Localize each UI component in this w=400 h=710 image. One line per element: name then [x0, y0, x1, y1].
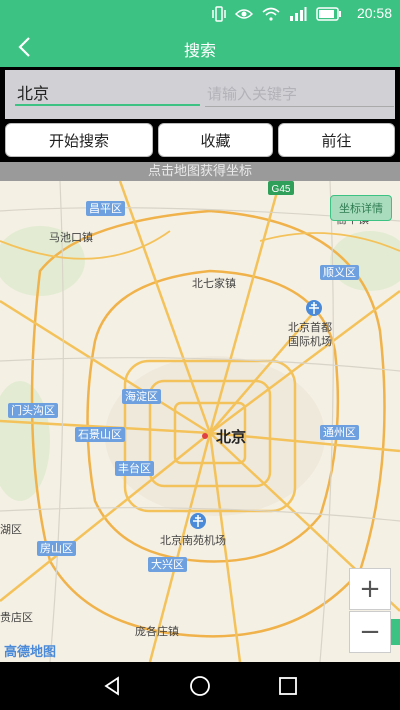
map-roads: G45 — [0, 181, 400, 662]
app-bar: 搜索 — [0, 27, 400, 67]
keyword-input[interactable] — [205, 82, 394, 107]
battery-icon — [316, 6, 341, 21]
district-label: 昌平区 — [86, 201, 125, 216]
airport-icon-capital — [306, 300, 322, 316]
eye-icon — [235, 8, 253, 19]
wifi-icon — [262, 7, 280, 21]
search-bar: 北京 — [5, 70, 395, 119]
center-city-label: 北京 — [216, 428, 247, 446]
nav-recents-icon — [279, 677, 297, 695]
district-label: 通州区 — [320, 425, 359, 440]
status-bar: 20:58 — [0, 0, 400, 27]
vibrate-icon — [212, 5, 226, 22]
signal-icon — [290, 6, 307, 21]
place-label: 贵店区 — [0, 611, 33, 624]
nav-back-icon — [104, 676, 119, 696]
district-label: 门头沟区 — [8, 403, 58, 418]
zoom-side-tab — [391, 619, 400, 645]
amap-logo: 高德地图 — [4, 645, 57, 660]
place-label: 北七家镇 — [192, 277, 236, 290]
start-search-button[interactable]: 开始搜索 — [5, 123, 153, 157]
place-label: 国际机场 — [288, 335, 332, 348]
map-hint: 点击地图获得坐标 — [0, 162, 400, 181]
zoom-out-button[interactable]: − — [349, 611, 391, 653]
district-label: 房山区 — [37, 541, 76, 556]
coordinate-detail-button[interactable]: 坐标详情 — [330, 195, 392, 221]
district-label: 顺义区 — [320, 265, 359, 280]
favorite-button[interactable]: 收藏 — [158, 123, 273, 157]
place-label: 马池口镇 — [49, 231, 93, 244]
go-button[interactable]: 前往 — [278, 123, 395, 157]
system-nav-bar — [0, 662, 400, 710]
map-view[interactable]: G45 昌平区 顺义区 海淀区 门头沟区 石景山区 通州区 丰台区 房山区 大兴… — [0, 181, 400, 662]
district-label: 丰台区 — [115, 461, 154, 476]
nav-home-button[interactable] — [186, 672, 214, 700]
city-input[interactable]: 北京 — [15, 82, 200, 106]
place-label: 湖区 — [0, 523, 22, 536]
g45-label: G45 — [272, 184, 291, 195]
place-label: 北京南苑机场 — [160, 534, 226, 547]
status-icons — [212, 5, 342, 22]
district-label: 石景山区 — [75, 427, 125, 442]
nav-recents-button[interactable] — [274, 672, 302, 700]
district-label: 大兴区 — [148, 557, 187, 572]
page-title: 搜索 — [183, 41, 216, 60]
airport-icon-nanyuan — [190, 513, 206, 529]
nav-back-button[interactable] — [98, 672, 126, 700]
zoom-in-button[interactable]: + — [349, 568, 391, 610]
place-label: 庞各庄镇 — [135, 625, 179, 638]
district-label: 海淀区 — [122, 389, 161, 404]
clock: 20:58 — [356, 5, 392, 21]
nav-home-icon — [190, 676, 210, 696]
